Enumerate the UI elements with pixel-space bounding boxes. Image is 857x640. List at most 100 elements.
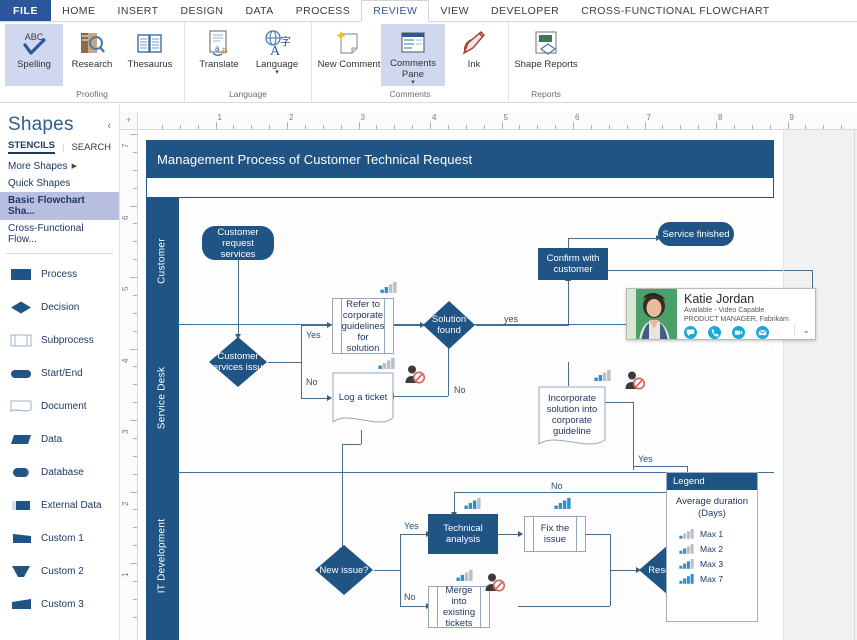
tab-search[interactable]: SEARCH — [71, 142, 111, 153]
shape-item-document[interactable]: Document — [0, 390, 119, 423]
legend-box[interactable]: Legend Average duration (Days) Max 1 Max … — [666, 472, 758, 622]
ribbon-button-spelling[interactable]: ABC Spelling — [5, 24, 63, 86]
presence-offline-icon-1[interactable] — [404, 364, 426, 389]
ribbon-tab-insert[interactable]: INSERT — [106, 0, 169, 21]
ribbon-tab-cross-functional-flowchart[interactable]: CROSS-FUNCTIONAL FLOWCHART — [570, 0, 780, 21]
ribbon-button-language[interactable]: A 字 Language ▾ — [248, 24, 306, 86]
ruler-minor-tick — [733, 125, 735, 129]
node-technical-analysis[interactable]: Technical analysis — [428, 514, 498, 554]
contact-status: Available - Video Capable — [684, 307, 765, 314]
decision-diamond-icon — [11, 301, 31, 314]
email-icon-glyph — [758, 329, 767, 336]
ribbon-tab-data[interactable]: DATA — [234, 0, 284, 21]
comments-pane-icon — [401, 31, 425, 53]
ribbon-tab-design[interactable]: DESIGN — [169, 0, 234, 21]
shape-item-external-data[interactable]: External Data — [0, 489, 119, 522]
lane-header-service-desk[interactable]: Service Desk — [146, 324, 178, 472]
person-offline-icon — [625, 371, 646, 390]
ruler-minor-tick — [412, 125, 414, 129]
ribbon-group-items: a あ Translate A 字 Language ▾ — [190, 24, 306, 88]
drawing-canvas[interactable]: Management Process of Customer Technical… — [138, 130, 857, 640]
connector-n2-split — [268, 362, 301, 363]
horizontal-ruler[interactable]: 12345678910 — [138, 112, 857, 130]
chevron-right-icon[interactable]: ▶ — [72, 162, 77, 170]
node-label: Refer to corporate guidelines for soluti… — [341, 298, 385, 354]
stencil-row-quick-shapes[interactable]: Quick Shapes — [0, 175, 119, 192]
chat-bubble-icon[interactable] — [684, 326, 697, 339]
ruler-corner[interactable]: + — [120, 112, 138, 130]
stencil-row-cross-functional-flow[interactable]: Cross-Functional Flow... — [0, 220, 119, 248]
video-camera-icon[interactable] — [732, 326, 745, 339]
bar-indicator-icon — [679, 529, 694, 539]
phone-icon[interactable] — [708, 326, 721, 339]
ruler-minor-tick — [197, 125, 199, 129]
ribbon-tab-home[interactable]: HOME — [51, 0, 106, 21]
ribbon-button-comments-pane[interactable]: Comments Pane ▾ — [381, 24, 445, 86]
dropdown-arrow-icon[interactable]: ▾ — [411, 79, 415, 86]
shape-item-process[interactable]: Process — [0, 258, 119, 291]
node-merge-into-existing-tickets[interactable]: Merge into existing tickets — [428, 585, 490, 629]
shape-item-custom-2[interactable]: Custom 2 — [0, 555, 119, 588]
shape-item-custom-3[interactable]: Custom 3 — [0, 588, 119, 621]
shape-item-subprocess[interactable]: Subprocess — [0, 324, 119, 357]
ruler-number: 6 — [121, 215, 130, 220]
shape-item-start-end[interactable]: Start/End — [0, 357, 119, 390]
shape-item-database[interactable]: Database — [0, 456, 119, 489]
node-new-issue[interactable]: New issue? — [314, 544, 374, 596]
translate-icon: aあ — [209, 30, 228, 56]
node-service-finished[interactable]: Service finished — [658, 222, 734, 246]
ruler-minor-tick — [133, 437, 137, 439]
lane-header-it-development[interactable]: IT Development — [146, 472, 178, 640]
tab-stencils[interactable]: STENCILS — [8, 140, 55, 154]
node-solution-found[interactable]: Solution found — [422, 300, 476, 350]
ribbon-tab-developer[interactable]: DEVELOPER — [480, 0, 570, 21]
shape-item-decision[interactable]: Decision — [0, 291, 119, 324]
presence-offline-icon-3[interactable] — [484, 572, 506, 597]
stencil-divider — [6, 253, 113, 254]
ribbon-button-thesaurus[interactable]: Thesaurus — [121, 24, 179, 86]
drawing-page[interactable]: Management Process of Customer Technical… — [138, 130, 813, 640]
data-graphic-bars-icon-4 — [464, 496, 481, 514]
shape-item-label: Custom 1 — [41, 533, 84, 544]
vertical-ruler[interactable]: 7 6 5 4 3 2 1 — [120, 130, 138, 640]
node-confirm-with-customer[interactable]: Confirm with customer — [538, 248, 608, 280]
lane-header-customer[interactable]: Customer — [146, 198, 178, 324]
presence-offline-icon-2[interactable] — [624, 370, 646, 395]
shape-item-data[interactable]: Data — [0, 423, 119, 456]
ruler-number: 2 — [121, 501, 130, 506]
ribbon-tab-file[interactable]: FILE — [0, 0, 52, 21]
connector-n6-n7-h — [568, 238, 658, 239]
ruler-minor-tick — [680, 125, 682, 129]
ruler-major-tick — [130, 348, 137, 350]
stencil-row-more-shapes[interactable]: More Shapes ▶ — [0, 158, 119, 175]
node-customer-request-services[interactable]: Customer request services — [202, 226, 274, 260]
email-icon[interactable] — [756, 326, 769, 339]
shape-item-custom-1[interactable]: Custom 1 — [0, 522, 119, 555]
ribbon-tab-view[interactable]: VIEW — [429, 0, 480, 21]
node-customer-services-issue[interactable]: Customer services issue — [208, 336, 268, 388]
connector-n9-split-v — [400, 534, 401, 606]
ribbon-button-shape-reports[interactable]: Shape Reports — [514, 24, 578, 86]
contact-card[interactable]: Katie Jordan Available - Video Capable P… — [626, 288, 816, 340]
ribbon-tab-review[interactable]: REVIEW — [361, 0, 430, 22]
dropdown-arrow-icon[interactable]: ▾ — [275, 69, 279, 76]
node-incorporate-solution[interactable]: Incorporate solution into corporate guid… — [538, 386, 606, 452]
node-refer-to-corporate-guidelines[interactable]: Refer to corporate guidelines for soluti… — [332, 298, 394, 354]
ruler-minor-tick — [590, 125, 592, 129]
stencil-row-basic-flowchart-sha[interactable]: Basic Flowchart Sha... — [0, 192, 119, 220]
ribbon-button-translate[interactable]: a あ Translate — [190, 24, 248, 86]
ruler-major-tick — [130, 134, 137, 135]
collapse-panel-icon[interactable]: ‹ — [107, 120, 111, 132]
ribbon-button-label: Spelling — [17, 59, 51, 70]
ribbon-button-new-comment[interactable]: New Comment — [317, 24, 381, 86]
node-fix-the-issue[interactable]: Fix the issue — [524, 516, 586, 552]
ribbon-button-research[interactable]: Research — [63, 24, 121, 86]
ruler-minor-tick — [133, 169, 137, 171]
ribbon-tab-process[interactable]: PROCESS — [285, 0, 362, 21]
node-log-a-ticket[interactable]: Log a ticket — [332, 372, 394, 430]
ruler-minor-tick — [751, 125, 753, 129]
ribbon: FILE HOME INSERT DESIGN DATA PROCESS REVIEW VIE… — [0, 0, 857, 104]
ruler-minor-tick — [483, 125, 485, 129]
ribbon-button-ink[interactable]: Ink — [445, 24, 503, 86]
chevron-down-icon[interactable]: ⌄ — [794, 325, 810, 336]
